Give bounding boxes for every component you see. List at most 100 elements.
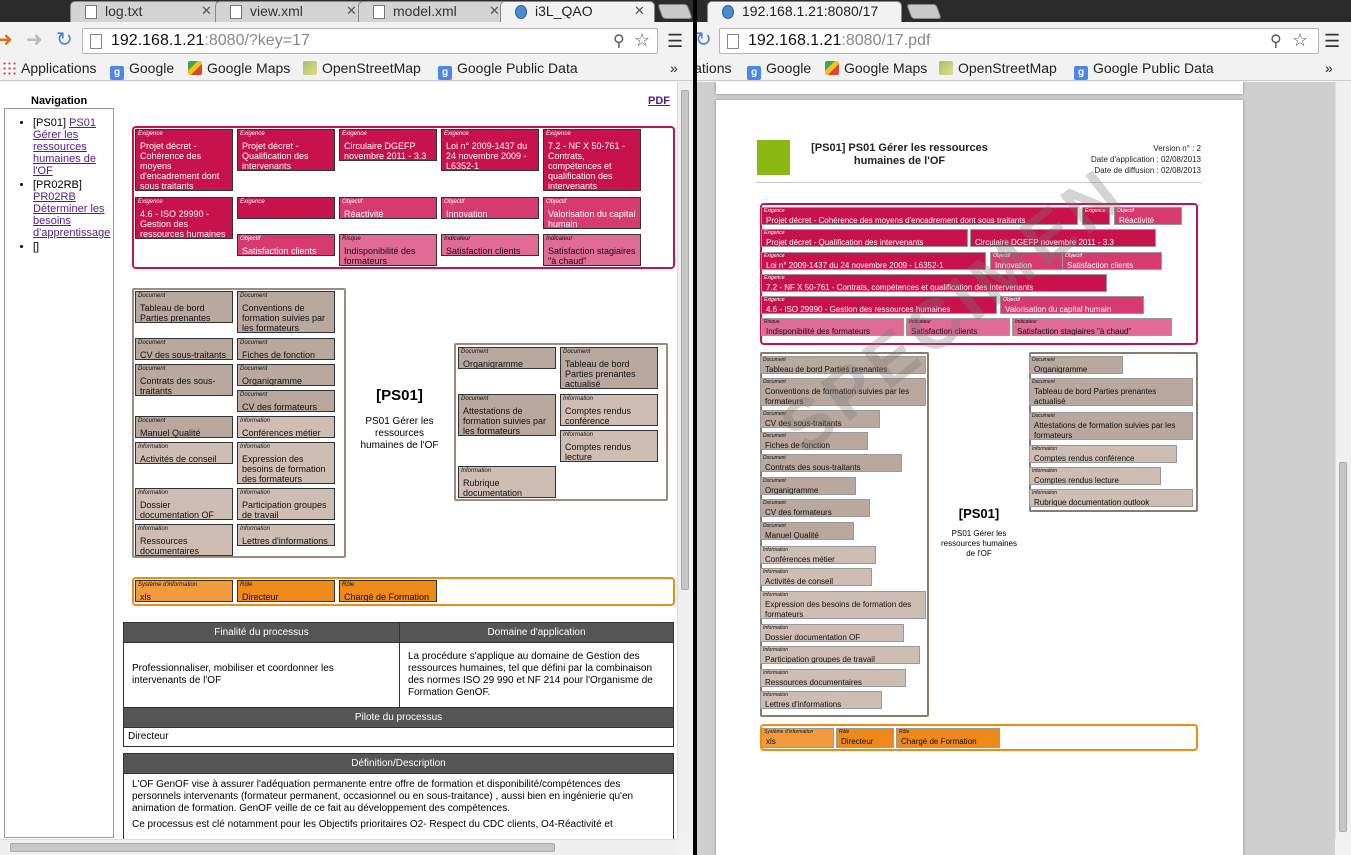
diagram-card[interactable]: Objectif Innovation [441, 197, 539, 219]
star-icon[interactable]: ☆ [1292, 30, 1308, 51]
diagram-card[interactable]: Objectif Satisfaction clients [237, 234, 335, 256]
diagram-card[interactable]: Exigence Projet décret - Qualification de… [237, 129, 335, 171]
vertical-scrollbar[interactable] [677, 82, 692, 839]
card-category: Information [763, 692, 789, 698]
zoom-icon[interactable]: ⚲ [613, 31, 625, 51]
bookmark-google[interactable]: g Google [747, 60, 811, 80]
tab-i3l-qao[interactable]: i3L_QAO ✕ [500, 1, 655, 22]
diagram-card[interactable]: Information Conférences métier [760, 546, 876, 564]
tab-view[interactable]: view.xml ✕ [215, 1, 365, 22]
domaine-header: Domaine d'application [399, 622, 674, 643]
url-path: :8080/?key=17 [204, 32, 310, 49]
address-bar[interactable]: 192.168.1.21:8080/17.pdf ⚲ ☆ [719, 28, 1319, 54]
diagram-card[interactable]: Indicateur Satisfaction stagiaires "à cha… [543, 234, 641, 266]
pdf-link[interactable]: PDF [648, 95, 670, 107]
diagram-card[interactable]: Information Expression des besoins de for… [760, 591, 926, 619]
diagram-card[interactable]: Système d'information xls [761, 728, 834, 748]
right-browser-window: 192.168.1.21:8080/17 ↻ 192.168.1.21:8080… [697, 0, 1351, 855]
process-name: PS01 Gérer les ressources humaines de l'… [360, 416, 439, 451]
horizontal-scrollbar[interactable] [0, 839, 677, 855]
diagram-card[interactable]: Information Lettres d'informations [760, 691, 882, 709]
card-category: Exigence [764, 230, 785, 236]
diagram-card[interactable]: Indicateur Satisfaction stagiaires "à cha… [1012, 318, 1172, 336]
new-tab-button[interactable] [906, 4, 942, 19]
diagram-card[interactable]: Information Ressources documentaires [760, 669, 906, 687]
bookmark-label: Google Public Data [457, 60, 578, 76]
bookmarks-bar: Applications g Google Google Maps OpenStr… [0, 59, 693, 81]
back-arrow-icon[interactable]: ➜ [0, 30, 13, 50]
bookmark-google-maps[interactable]: Google Maps [188, 60, 290, 76]
chevron-more-icon[interactable]: » [670, 60, 678, 76]
chevron-more-icon[interactable]: » [1325, 60, 1333, 76]
nav-link-pr02rb[interactable]: PR02RB Déterminer les besoins d'apprenti… [33, 191, 110, 239]
diagram-card[interactable]: Exigence Loi n° 2009-1437 du 24 novembre … [441, 129, 539, 171]
tab-label: 192.168.1.21:8080/17 [742, 3, 879, 19]
scrollbar-thumb[interactable] [681, 90, 689, 590]
diagram-card[interactable]: Indicateur Satisfaction clients [441, 234, 539, 256]
close-icon[interactable]: ✕ [346, 3, 357, 19]
tab-strip: 192.168.1.21:8080/17 [697, 0, 1351, 22]
vertical-scrollbar[interactable] [1335, 82, 1350, 839]
diagram-card[interactable]: Information Activités de conseil [760, 568, 872, 586]
diagram-card[interactable]: Exigence 4.6 - ISO 29990 - Gestion des re… [135, 197, 233, 239]
bookmark-openstreetmap[interactable]: OpenStreetMap [303, 60, 421, 76]
diagram-card[interactable]: Information Dossier documentation OF [760, 624, 904, 642]
star-icon[interactable]: ☆ [634, 30, 650, 51]
card-text: Satisfaction clients [1067, 261, 1134, 270]
bookmark-google-maps[interactable]: Google Maps [825, 60, 927, 76]
forward-arrow-icon[interactable]: ➜ [26, 30, 43, 50]
page-icon [85, 5, 97, 19]
diagram-card[interactable]: Rôle Directeur [836, 728, 894, 748]
bookmark-google-public-data[interactable]: g Google Public Data [1074, 60, 1214, 80]
diagram-card[interactable]: Rôle Chargé de Formation [896, 728, 1000, 748]
close-icon[interactable]: ✕ [634, 3, 645, 19]
reload-icon[interactable]: ↻ [56, 30, 73, 50]
diagram-card[interactable]: Document Manuel Qualité [760, 522, 854, 540]
close-icon[interactable]: ✕ [201, 3, 212, 19]
tab-model[interactable]: model.xml ✕ [358, 1, 508, 22]
bookmark-google[interactable]: g Google [110, 60, 174, 80]
card-text: Satisfaction stagiaires "à chaud" [548, 246, 636, 266]
diagram-card[interactable]: Exigence Circulaire DGEFP novembre 2011 -… [339, 129, 437, 161]
tab-log[interactable]: log.txt ✕ [70, 1, 220, 22]
card-category: Document [763, 379, 786, 385]
diagram-card[interactable]: Document Tableau de bord Parties prenante… [1029, 378, 1193, 406]
diagram-card[interactable]: Exigence Projet décret - Cohérence des mo… [135, 129, 233, 191]
bookmark-applications[interactable]: Applications [697, 60, 732, 76]
diagram-card[interactable]: Document Attestations de formation suivie… [1029, 412, 1193, 440]
diagram-card[interactable]: Document Organigramme [760, 477, 856, 495]
diagram-card[interactable]: Exigence [237, 197, 335, 219]
zoom-icon[interactable]: ⚲ [1270, 31, 1282, 51]
reload-icon[interactable]: ↻ [697, 30, 712, 50]
menu-icon[interactable]: ☰ [1324, 31, 1340, 52]
bookmark-applications[interactable]: Applications [2, 60, 97, 76]
diagram-card[interactable]: Exigence Projet décret - Qualification de… [761, 229, 968, 247]
process-name: PS01 Gérer les ressources humaines de l'… [940, 529, 1018, 558]
toolbar: ↻ 192.168.1.21:8080/17.pdf ⚲ ☆ ☰ [697, 22, 1351, 59]
page-icon [230, 5, 242, 19]
new-tab-button[interactable] [657, 4, 693, 19]
card-category: Document [763, 455, 786, 461]
bookmark-label: Google Maps [207, 60, 291, 76]
diagram-card[interactable]: Exigence 7.2 - NF X 50-761 - Contrats, co… [543, 129, 641, 191]
page-icon [90, 34, 102, 49]
tab-pdf[interactable]: 192.168.1.21:8080/17 [707, 1, 902, 22]
diagram-card[interactable]: Information Participation groupes de trav… [760, 646, 920, 664]
close-icon[interactable]: ✕ [489, 3, 500, 19]
scrollbar-thumb[interactable] [10, 843, 555, 852]
diagram-card[interactable]: Information Rubrique documentation outloo… [1029, 489, 1193, 507]
diagram-card[interactable]: Document CV des formateurs [760, 499, 870, 517]
menu-icon[interactable]: ☰ [667, 31, 683, 52]
scrollbar-thumb[interactable] [1339, 462, 1347, 832]
diagram-card[interactable]: Information Comptes rendus conférence [1029, 445, 1177, 463]
diagram-card[interactable]: Objectif Réactivité [339, 197, 437, 219]
address-bar[interactable]: 192.168.1.21:8080/?key=17 ⚲ ☆ [82, 28, 658, 54]
diagram-card[interactable]: Document Contrats des sous-traitants [760, 454, 902, 472]
card-category: Objectif [444, 199, 465, 205]
diagram-card[interactable]: Objectif Valorisation du capital humain [543, 197, 641, 229]
bookmark-google-public-data[interactable]: g Google Public Data [438, 60, 578, 80]
bookmark-openstreetmap[interactable]: OpenStreetMap [939, 60, 1057, 76]
diagram-card[interactable]: Information Comptes rendus lecture [1029, 467, 1161, 485]
diagram-card[interactable]: Document Organigramme [1029, 356, 1123, 374]
diagram-card[interactable]: Risque Indisponibilité des formateurs [339, 234, 437, 266]
